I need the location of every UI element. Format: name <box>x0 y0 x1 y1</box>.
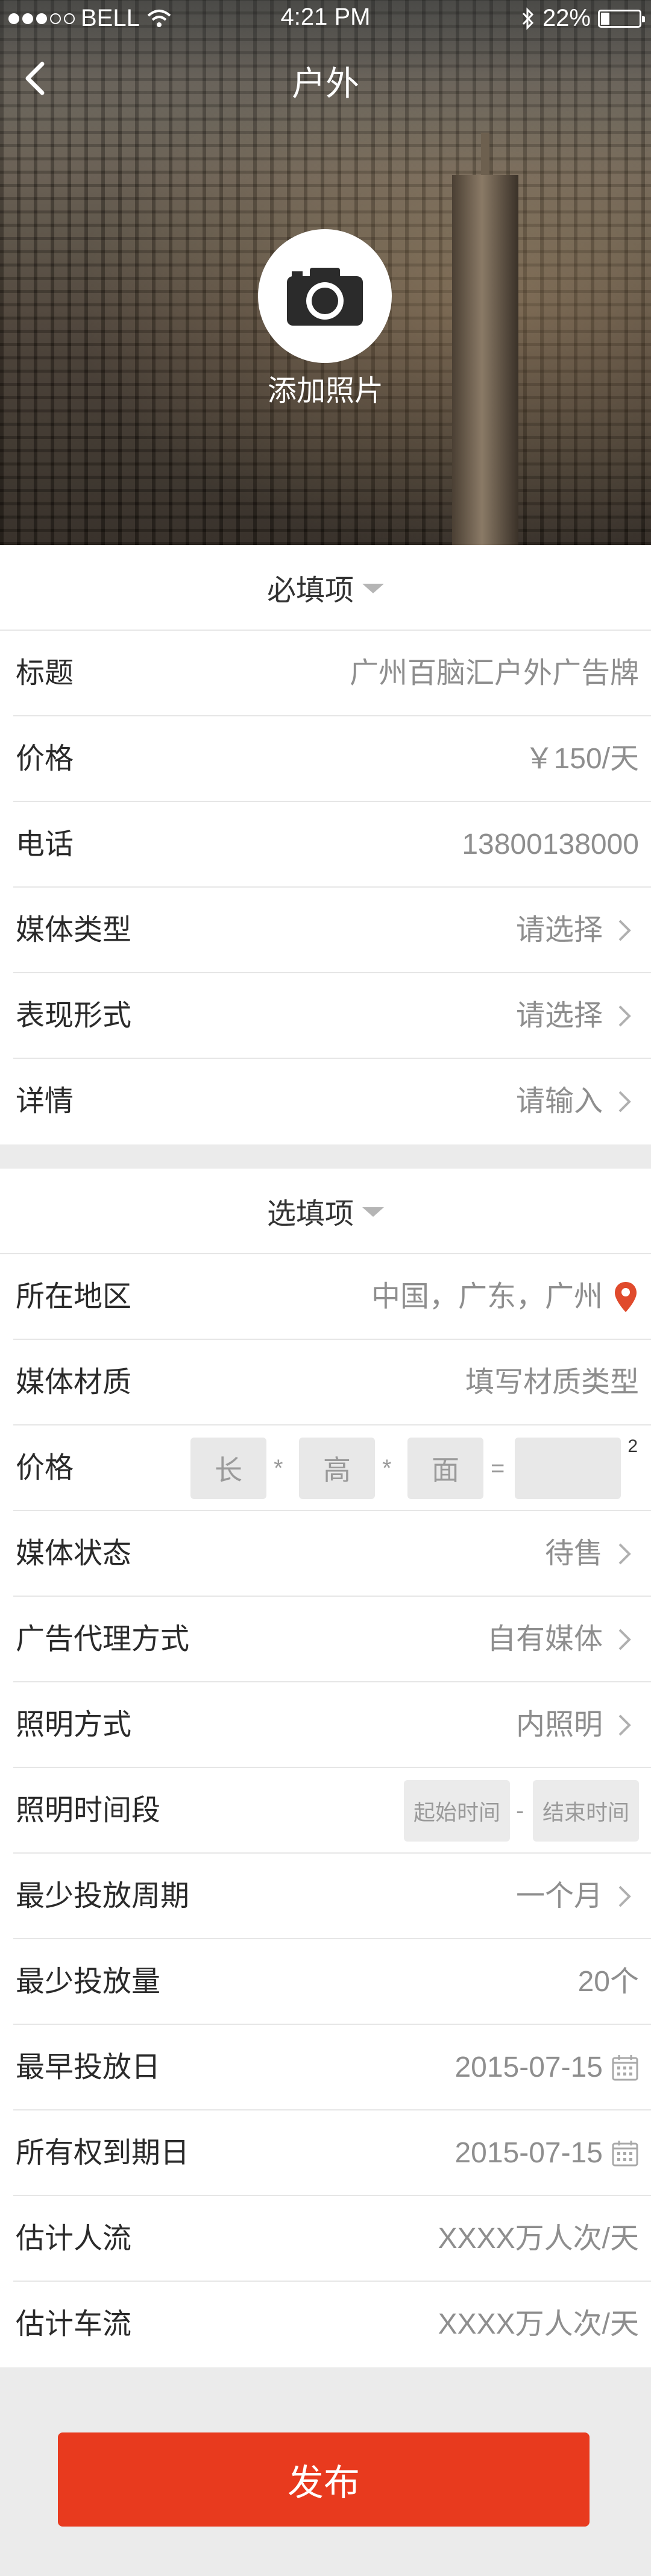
form-type-row[interactable]: 表现形式 请选择 <box>13 973 651 1059</box>
min-cycle-label: 最少投放周期 <box>16 1880 190 1912</box>
calendar-icon[interactable] <box>611 2139 639 2167</box>
price-value[interactable]: ￥150/天 <box>525 716 639 802</box>
footer: 发布 <box>0 2371 651 2576</box>
multiply-sign: * <box>382 1455 392 1482</box>
vehicle-traffic-row[interactable]: 估计车流 XXXX万人次/天 <box>13 2282 651 2367</box>
end-time-input[interactable]: 结束时间 <box>533 1780 639 1842</box>
lighting-period-label: 照明时间段 <box>16 1795 161 1826</box>
vehicle-traffic-value[interactable]: XXXX万人次/天 <box>438 2282 639 2367</box>
status-bar: BELL 4:21 PM 22% <box>0 0 651 36</box>
skyscraper-spire <box>481 133 489 181</box>
location-pin-icon[interactable] <box>614 1281 638 1313</box>
chevron-right-icon <box>618 1629 631 1650</box>
lighting-period-row: 照明时间段 起始时间 - 结束时间 <box>13 1768 651 1854</box>
media-status-label: 媒体状态 <box>16 1538 132 1570</box>
material-row[interactable]: 媒体材质 填写材质类型 <box>13 1340 651 1425</box>
battery-percent: 22% <box>542 5 591 31</box>
cover-photo-area[interactable]: BELL 4:21 PM 22% 户外 添加照片 <box>0 0 651 545</box>
required-section: 必填项 标题 广州百脑汇户外广告牌 价格 ￥150/天 电话 138001380… <box>0 545 651 1144</box>
media-status-value: 待售 <box>544 1538 603 1570</box>
length-input[interactable]: 长 <box>190 1438 266 1499</box>
agency-row[interactable]: 广告代理方式 自有媒体 <box>13 1597 651 1682</box>
bluetooth-icon <box>522 7 534 30</box>
foot-traffic-value[interactable]: XXXX万人次/天 <box>438 2196 639 2282</box>
optional-section-header[interactable]: 选填项 <box>0 1169 651 1254</box>
caret-down-icon <box>362 1207 384 1217</box>
region-value: 中国，广东，广州 <box>371 1281 603 1313</box>
publish-button[interactable]: 发布 <box>58 2432 590 2527</box>
area-result-field[interactable] <box>515 1438 621 1499</box>
earliest-date-value: 2015-07-15 <box>454 2051 603 2083</box>
chevron-right-icon <box>618 1005 631 1027</box>
vehicle-traffic-label: 估计车流 <box>16 2308 132 2340</box>
chevron-right-icon <box>618 1543 631 1565</box>
range-dash: - <box>516 1798 524 1824</box>
face-input[interactable]: 面 <box>407 1438 483 1499</box>
min-quantity-value[interactable]: 20个 <box>578 1939 639 2025</box>
optional-section-title: 选填项 <box>266 1198 354 1230</box>
battery-info: 22% <box>521 5 645 32</box>
phone-row[interactable]: 电话 13800138000 <box>13 802 651 888</box>
phone-label: 电话 <box>16 829 74 860</box>
material-label: 媒体材质 <box>16 1366 132 1398</box>
agency-value: 自有媒体 <box>486 1623 603 1655</box>
battery-icon <box>598 9 645 28</box>
details-label: 详情 <box>16 1085 74 1117</box>
ownership-date-row[interactable]: 所有权到期日 2015-07-15 <box>13 2110 651 2196</box>
equals-sign: = <box>491 1455 505 1482</box>
details-row[interactable]: 详情 请输入 <box>13 1059 651 1144</box>
title-label: 标题 <box>16 657 74 689</box>
price-row[interactable]: 价格 ￥150/天 <box>13 716 651 802</box>
region-row[interactable]: 所在地区 中国，广东，广州 <box>13 1254 651 1340</box>
media-type-label: 媒体类型 <box>16 914 132 946</box>
material-input[interactable]: 填写材质类型 <box>465 1340 639 1425</box>
lighting-label: 照明方式 <box>16 1709 132 1741</box>
foot-traffic-label: 估计人流 <box>16 2223 132 2255</box>
add-photo-label: 添加照片 <box>267 375 383 407</box>
min-cycle-row[interactable]: 最少投放周期 一个月 <box>13 1854 651 1939</box>
caret-down-icon <box>362 584 384 593</box>
required-section-header[interactable]: 必填项 <box>0 545 651 631</box>
add-photo-button[interactable] <box>258 229 392 363</box>
min-quantity-row[interactable]: 最少投放量 20个 <box>13 1939 651 2025</box>
start-time-input[interactable]: 起始时间 <box>404 1780 510 1842</box>
details-value: 请输入 <box>515 1085 603 1117</box>
multiply-sign: * <box>274 1455 283 1482</box>
media-status-row[interactable]: 媒体状态 待售 <box>13 1511 651 1597</box>
price-label: 价格 <box>16 743 74 775</box>
nav-bar: 户外 <box>0 42 651 115</box>
height-input[interactable]: 高 <box>299 1438 375 1499</box>
min-cycle-value: 一个月 <box>515 1880 603 1912</box>
title-value[interactable]: 广州百脑汇户外广告牌 <box>350 631 639 716</box>
phone-value[interactable]: 13800138000 <box>462 802 639 888</box>
media-type-row[interactable]: 媒体类型 请选择 <box>13 888 651 973</box>
required-section-title: 必填项 <box>266 575 354 607</box>
form-type-label: 表现形式 <box>16 1000 132 1032</box>
page-title: 户外 <box>292 65 359 103</box>
media-type-value: 请选择 <box>515 914 603 946</box>
ownership-date-value: 2015-07-15 <box>454 2137 603 2169</box>
optional-section: 选填项 所在地区 中国，广东，广州 媒体材质 填写材质类型 价格 长 * 高 *… <box>0 1169 651 2367</box>
chevron-right-icon <box>618 1091 631 1113</box>
calendar-icon[interactable] <box>611 2054 639 2082</box>
size-label: 价格 <box>16 1452 74 1484</box>
agency-label: 广告代理方式 <box>16 1623 190 1655</box>
earliest-date-row[interactable]: 最早投放日 2015-07-15 <box>13 2025 651 2110</box>
region-label: 所在地区 <box>16 1281 132 1313</box>
chevron-right-icon <box>618 1714 631 1736</box>
form-type-value: 请选择 <box>515 1000 603 1032</box>
camera-icon <box>287 268 363 326</box>
ownership-date-label: 所有权到期日 <box>16 2137 190 2169</box>
lighting-value: 内照明 <box>515 1709 603 1741</box>
lighting-row[interactable]: 照明方式 内照明 <box>13 1682 651 1768</box>
earliest-date-label: 最早投放日 <box>16 2051 161 2083</box>
skyscraper <box>452 175 518 545</box>
min-quantity-label: 最少投放量 <box>16 1966 161 1998</box>
square-unit-superscript: 2 <box>627 1436 638 1456</box>
chevron-right-icon <box>618 1886 631 1907</box>
size-row: 价格 长 * 高 * 面 = 2 <box>13 1425 651 1511</box>
title-row[interactable]: 标题 广州百脑汇户外广告牌 <box>13 631 651 716</box>
chevron-right-icon <box>618 920 631 941</box>
foot-traffic-row[interactable]: 估计人流 XXXX万人次/天 <box>13 2196 651 2282</box>
